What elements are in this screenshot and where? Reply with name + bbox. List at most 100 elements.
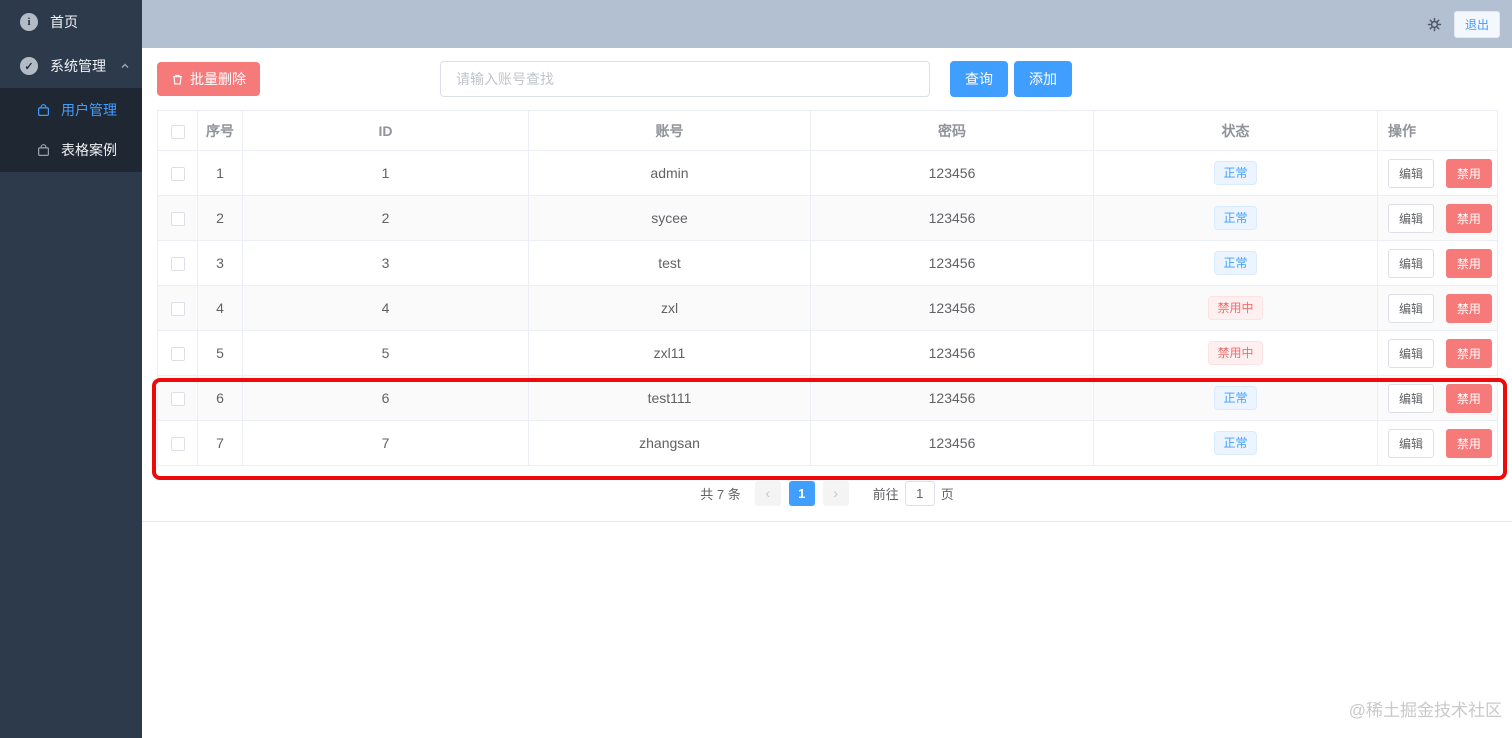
disable-button[interactable]: 禁用 [1445, 248, 1492, 278]
sidebar-item-system[interactable]: ✓ 系统管理 [0, 44, 142, 88]
row-checkbox[interactable] [170, 302, 185, 317]
cell-index: 5 [197, 330, 243, 376]
table-row: 5 5 zxl11 123456 禁用中 编辑 禁用 [157, 330, 1498, 376]
cell-index: 4 [197, 285, 243, 331]
cell-password: 123456 [810, 420, 1094, 466]
watermark: @稀土掘金技术社区 [1348, 701, 1502, 720]
add-button[interactable]: 添加 [1014, 61, 1072, 97]
cell-password: 123456 [810, 240, 1094, 286]
cell-account: test [528, 240, 811, 286]
cell-id: 5 [242, 330, 529, 376]
next-page-button[interactable]: › [822, 481, 849, 506]
pagination-total: 共 7 条 [700, 487, 741, 502]
cell-index: 7 [197, 420, 243, 466]
batch-delete-button[interactable]: 批量删除 [157, 62, 260, 96]
table-row: 2 2 sycee 123456 正常 编辑 禁用 [157, 195, 1498, 241]
sidebar-submenu: 用户管理 表格案例 [0, 88, 142, 172]
sidebar-item-label: 表格案例 [61, 142, 117, 158]
goto-suffix: 页 [940, 487, 954, 502]
topbar: 退出 [142, 0, 1512, 48]
header-status: 状态 [1093, 110, 1378, 151]
logout-button[interactable]: 退出 [1453, 10, 1500, 38]
header-checkbox-cell [157, 110, 198, 151]
current-page-button[interactable]: 1 [788, 481, 815, 506]
disable-button[interactable]: 禁用 [1445, 428, 1492, 458]
cell-id: 2 [242, 195, 529, 241]
header-index: 序号 [197, 110, 243, 151]
row-checkbox[interactable] [170, 437, 185, 452]
search-input[interactable] [440, 61, 930, 97]
sidebar-item-user-management[interactable]: 用户管理 [0, 90, 142, 130]
edit-button[interactable]: 编辑 [1388, 383, 1435, 413]
cell-index: 3 [197, 240, 243, 286]
cell-password: 123456 [810, 330, 1094, 376]
status-badge: 正常 [1214, 431, 1257, 455]
sidebar: i 首页 ✓ 系统管理 用户管理 表格案例 [0, 0, 142, 738]
header-id: ID [242, 110, 529, 151]
info-icon: i [20, 13, 38, 31]
query-button[interactable]: 查询 [950, 61, 1008, 97]
pagination: 共 7 条 ‹ 1 › 前往 页 [142, 481, 1512, 506]
disable-button[interactable]: 禁用 [1445, 383, 1492, 413]
cell-index: 6 [197, 375, 243, 421]
cell-account: zxl11 [528, 330, 811, 376]
disable-button[interactable]: 禁用 [1445, 338, 1492, 368]
cell-id: 6 [242, 375, 529, 421]
bag-icon [36, 103, 51, 118]
status-badge: 正常 [1214, 386, 1257, 410]
table-body: 1 1 admin 123456 正常 编辑 禁用 2 2 sycee 1234… [157, 150, 1498, 466]
row-checkbox[interactable] [170, 257, 185, 272]
table-row: 4 4 zxl 123456 禁用中 编辑 禁用 [157, 285, 1498, 331]
status-badge: 正常 [1214, 161, 1257, 185]
row-checkbox[interactable] [170, 347, 185, 362]
sidebar-item-label: 系统管理 [50, 58, 106, 74]
edit-button[interactable]: 编辑 [1388, 293, 1435, 323]
disable-button[interactable]: 禁用 [1445, 203, 1492, 233]
row-checkbox[interactable] [170, 212, 185, 227]
disable-button[interactable]: 禁用 [1445, 293, 1492, 323]
table-row: 1 1 admin 123456 正常 编辑 禁用 [157, 150, 1498, 196]
cell-id: 1 [242, 150, 529, 196]
edit-button[interactable]: 编辑 [1388, 428, 1435, 458]
sidebar-item-table-example[interactable]: 表格案例 [0, 130, 142, 170]
cell-id: 4 [242, 285, 529, 331]
cell-password: 123456 [810, 150, 1094, 196]
header-password: 密码 [810, 110, 1094, 151]
row-checkbox[interactable] [170, 167, 185, 182]
edit-button[interactable]: 编辑 [1388, 158, 1435, 188]
sidebar-item-home[interactable]: i 首页 [0, 0, 142, 44]
status-badge: 禁用中 [1208, 341, 1263, 365]
cell-account: zxl [528, 285, 811, 331]
prev-page-button[interactable]: ‹ [754, 481, 781, 506]
table-row: 7 7 zhangsan 123456 正常 编辑 禁用 [157, 420, 1498, 466]
cell-id: 7 [242, 420, 529, 466]
batch-delete-label: 批量删除 [190, 71, 246, 87]
goto-page-input[interactable] [904, 481, 935, 506]
check-circle-icon: ✓ [20, 57, 38, 75]
cell-password: 123456 [810, 375, 1094, 421]
cell-password: 123456 [810, 195, 1094, 241]
edit-button[interactable]: 编辑 [1388, 248, 1435, 278]
row-checkbox[interactable] [170, 392, 185, 407]
edit-button[interactable]: 编辑 [1388, 203, 1435, 233]
table-row: 6 6 test111 123456 正常 编辑 禁用 [157, 375, 1498, 421]
header-account: 账号 [528, 110, 811, 151]
header-operation: 操作 [1377, 110, 1498, 151]
table-header-row: 序号 ID 账号 密码 状态 操作 [157, 110, 1498, 151]
edit-button[interactable]: 编辑 [1388, 338, 1435, 368]
table-row: 3 3 test 123456 正常 编辑 禁用 [157, 240, 1498, 286]
trash-icon [171, 73, 184, 86]
status-badge: 正常 [1214, 206, 1257, 230]
user-table: 序号 ID 账号 密码 状态 操作 1 1 admin 123456 正常 编辑… [157, 110, 1498, 466]
select-all-checkbox[interactable] [170, 124, 185, 139]
sidebar-item-label: 首页 [50, 14, 78, 30]
bag-icon [36, 143, 51, 158]
cell-account: admin [528, 150, 811, 196]
disable-button[interactable]: 禁用 [1445, 158, 1492, 188]
status-badge: 正常 [1214, 251, 1257, 275]
cell-id: 3 [242, 240, 529, 286]
status-badge: 禁用中 [1208, 296, 1263, 320]
sidebar-item-label: 用户管理 [61, 102, 117, 118]
gear-icon[interactable] [1427, 17, 1442, 32]
cell-index: 1 [197, 150, 243, 196]
